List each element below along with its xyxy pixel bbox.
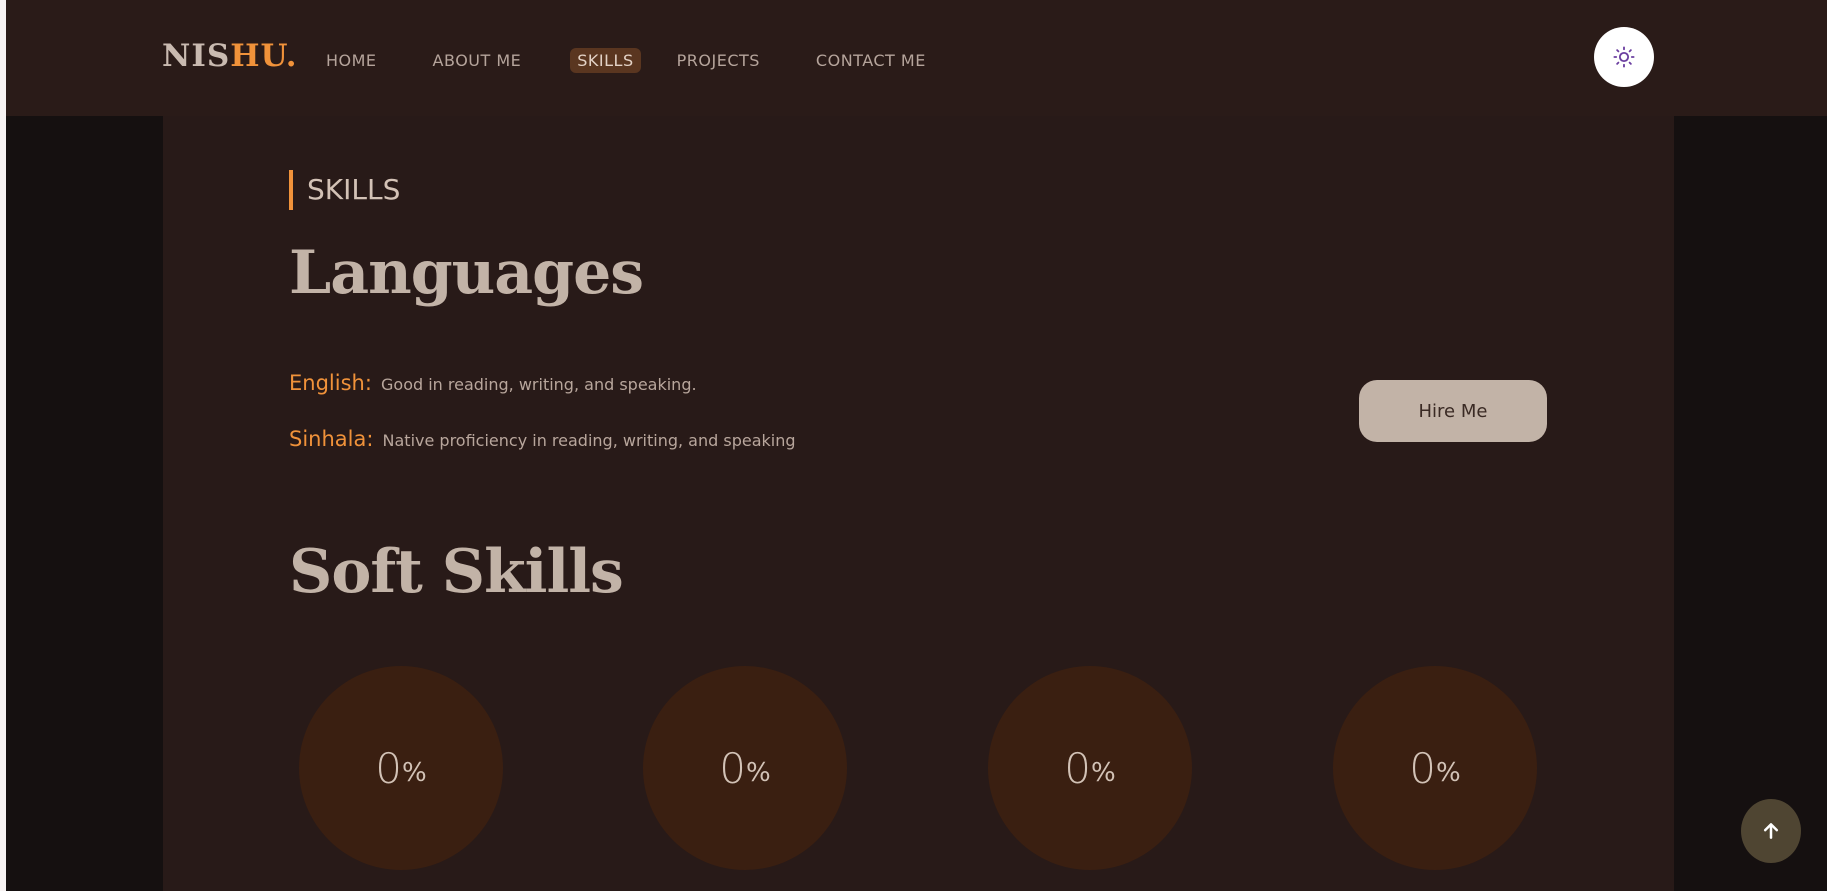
languages-heading: Languages xyxy=(289,238,644,308)
navbar: NISHU. HOME ABOUT ME SKILLS PROJECTS CON… xyxy=(6,0,1827,116)
sun-icon xyxy=(1613,46,1635,68)
skill-progress-circle: 0% xyxy=(1333,666,1537,870)
progress-unit: % xyxy=(746,758,771,788)
language-description: Native proficiency in reading, writing, … xyxy=(382,431,796,450)
hire-me-button[interactable]: Hire Me xyxy=(1359,380,1547,442)
language-name: English: xyxy=(289,371,372,395)
arrow-up-icon xyxy=(1763,823,1779,839)
theme-toggle-button[interactable] xyxy=(1594,27,1654,87)
logo-text-main: NIS xyxy=(162,38,231,74)
skill-progress-circle: 0% xyxy=(299,666,503,870)
progress-unit: % xyxy=(1091,758,1116,788)
skill-progress-circle: 0% xyxy=(643,666,847,870)
scroll-to-top-button[interactable] xyxy=(1741,799,1801,863)
logo-text-accent: HU. xyxy=(230,38,298,74)
nav-item-skills[interactable]: SKILLS xyxy=(570,48,641,73)
progress-value: 0 xyxy=(1064,743,1091,793)
soft-skills-heading: Soft Skills xyxy=(289,537,624,607)
language-item-sinhala: Sinhala: Native proficiency in reading, … xyxy=(289,427,796,451)
progress-value: 0 xyxy=(719,743,746,793)
nav-item-contact-me[interactable]: CONTACT ME xyxy=(809,48,933,73)
skills-section: SKILLS Languages English: Good in readin… xyxy=(163,116,1674,891)
nav-links: HOME ABOUT ME SKILLS PROJECTS CONTACT ME xyxy=(319,48,975,73)
language-description: Good in reading, writing, and speaking. xyxy=(381,375,697,394)
progress-value: 0 xyxy=(375,743,402,793)
nav-item-about-me[interactable]: ABOUT ME xyxy=(426,48,529,73)
progress-unit: % xyxy=(1436,758,1461,788)
language-name: Sinhala: xyxy=(289,427,374,451)
progress-unit: % xyxy=(402,758,427,788)
page-frame: NISHU. HOME ABOUT ME SKILLS PROJECTS CON… xyxy=(6,0,1827,891)
logo[interactable]: NISHU. xyxy=(162,38,298,74)
language-item-english: English: Good in reading, writing, and s… xyxy=(289,371,697,395)
skill-progress-circle: 0% xyxy=(988,666,1192,870)
progress-value: 0 xyxy=(1409,743,1436,793)
nav-item-projects[interactable]: PROJECTS xyxy=(670,48,767,73)
nav-item-home[interactable]: HOME xyxy=(319,48,384,73)
section-tag: SKILLS xyxy=(289,170,400,210)
